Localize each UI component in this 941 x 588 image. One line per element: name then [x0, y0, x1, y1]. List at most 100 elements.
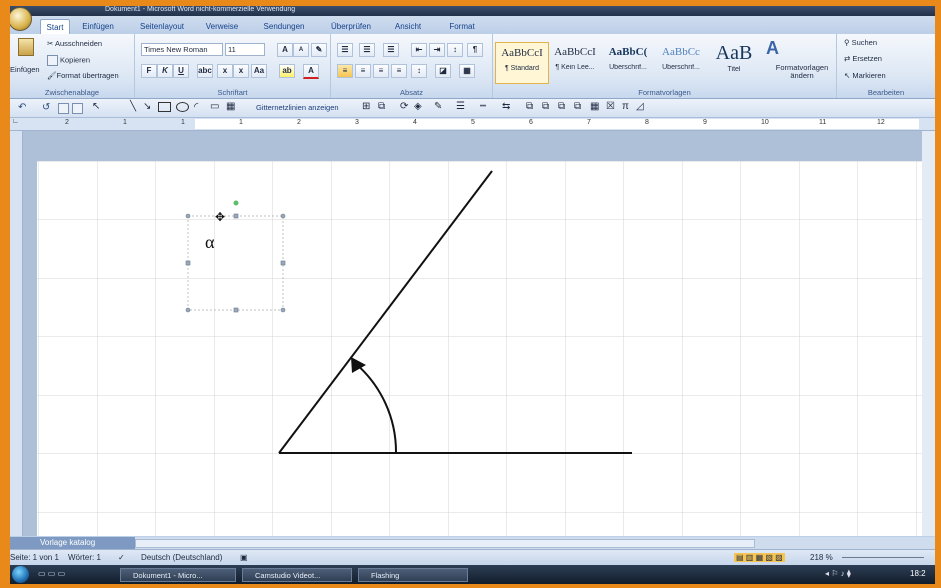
save-icon[interactable] — [58, 103, 71, 114]
bullets-button[interactable]: ☰ — [337, 43, 353, 57]
rectangle-tool-icon[interactable] — [158, 102, 171, 114]
undo-icon[interactable]: ↶ — [18, 102, 26, 113]
subscript-button[interactable]: x — [217, 64, 233, 78]
numbering-button[interactable]: ☰ — [359, 43, 375, 57]
quicklaunch-icons[interactable]: ▭ ▭ ▭ — [38, 569, 65, 578]
taskbar-item-word[interactable]: Dokument1 - Micro... — [120, 568, 236, 582]
find-button[interactable]: ⚲ Suchen — [844, 38, 877, 47]
horizontal-ruler[interactable]: 2 1 1 1 2 3 4 5 6 7 8 9 10 11 12 ∟ — [10, 118, 935, 131]
superscript-button[interactable]: x — [233, 64, 249, 78]
tab-sendungen[interactable]: Sendungen — [260, 19, 308, 34]
group-objects-icon[interactable]: ⧉ — [378, 101, 385, 112]
underline-button[interactable]: U — [173, 64, 189, 78]
line-color-icon[interactable]: ✎ — [434, 101, 442, 112]
paste-label[interactable]: Einfügen — [10, 65, 40, 74]
tab-verweise[interactable]: Verweise — [203, 19, 241, 34]
taskbar-item-flashing[interactable]: Flashing — [358, 568, 468, 582]
highlight-button[interactable]: ab — [279, 64, 295, 78]
format-painter-button[interactable]: 🖌Format übertragen — [47, 71, 119, 80]
justify-button[interactable]: ≡ — [391, 64, 407, 78]
style-kein-leerraum[interactable]: AaBbCcI ¶ Kein Lee... — [549, 42, 601, 82]
line-style-icon[interactable]: ☰ — [456, 101, 465, 112]
macro-icon[interactable]: ▣ — [240, 553, 248, 562]
drawing-canvas[interactable]: α ✥ — [37, 161, 935, 536]
word-count[interactable]: Wörter: 1 — [68, 553, 101, 562]
replace-button[interactable]: ⇄ Ersetzen — [844, 54, 882, 63]
tab-format[interactable]: Format — [446, 19, 478, 34]
multilevel-list-button[interactable]: ☰ — [383, 43, 399, 57]
cut-button[interactable]: ✂ Ausschneiden — [47, 39, 102, 48]
tab-start[interactable]: Start — [40, 19, 70, 35]
style-heading-1[interactable]: AaBbC(Überschrif... — [602, 42, 654, 82]
checkbox-icon[interactable]: ☒ — [606, 101, 615, 112]
sort-button[interactable]: ↕ — [447, 43, 463, 57]
italic-button[interactable]: K — [157, 64, 173, 78]
arc-tool-icon[interactable]: ◜ — [194, 100, 198, 113]
alpha-label[interactable]: α — [205, 232, 215, 252]
rotation-handle[interactable] — [233, 200, 239, 206]
grid-icon[interactable]: ▦ — [226, 101, 235, 112]
tray-icons[interactable]: ◂ ⚐ ♪ ⧫ — [825, 569, 851, 578]
grow-font-button[interactable]: A — [277, 43, 293, 57]
show-marks-button[interactable]: ¶ — [467, 43, 483, 57]
strikethrough-button[interactable]: abc — [197, 64, 213, 78]
font-name-box[interactable]: Times New Roman — [141, 43, 223, 56]
select-objects-icon[interactable]: ↖ — [92, 101, 100, 112]
borders-button[interactable]: ▦ — [459, 64, 475, 78]
in-front-of-text-icon[interactable]: ⧉ — [558, 101, 565, 112]
pi-symbol-icon[interactable]: π — [622, 101, 629, 112]
align-objects-icon[interactable]: ⊞ — [362, 101, 370, 112]
horizontal-scrollbar[interactable] — [135, 539, 755, 548]
change-styles-button[interactable]: Formatvorlagen ändern — [771, 64, 833, 80]
select-button[interactable]: ↖ Markieren — [844, 71, 886, 80]
zoom-slider[interactable] — [842, 557, 924, 558]
shrink-font-button[interactable]: A — [293, 43, 309, 57]
table-icon[interactable]: ▦ — [590, 101, 599, 112]
increase-indent-button[interactable]: ⇥ — [429, 43, 445, 57]
tab-ueberpruefen[interactable]: Überprüfen — [325, 19, 377, 34]
vorlage-katalog-tab[interactable]: Vorlage katalog — [10, 537, 135, 549]
textbox-tool-icon[interactable]: ▭ — [210, 101, 219, 112]
arrow-style-icon[interactable]: ⇆ — [502, 101, 510, 112]
start-button[interactable] — [12, 566, 29, 583]
document-page[interactable]: α ✥ — [37, 161, 935, 536]
style-titel[interactable]: AaB Titel — [708, 42, 760, 82]
align-right-button[interactable]: ≡ — [373, 64, 389, 78]
bold-button[interactable]: F — [141, 64, 157, 78]
show-gridlines-button[interactable]: Gitternetzlinien anzeigen — [256, 103, 339, 112]
paste-button[interactable] — [12, 38, 40, 62]
taskbar-item-camstudio[interactable]: Camstudio Videot... — [242, 568, 352, 582]
change-styles-icon[interactable]: A — [766, 38, 779, 59]
zoom-level[interactable]: 218 % — [810, 553, 833, 562]
page-count[interactable]: Seite: 1 von 1 — [10, 553, 59, 562]
font-size-box[interactable]: 11 — [225, 43, 265, 56]
dash-style-icon[interactable]: ┅ — [480, 101, 486, 112]
behind-text-icon[interactable]: ⧉ — [574, 101, 581, 112]
rotate-icon[interactable]: ⟳ — [400, 101, 408, 112]
language-status[interactable]: Deutsch (Deutschland) — [141, 553, 222, 562]
copy-button[interactable]: Kopieren — [47, 55, 90, 66]
fill-color-icon[interactable]: ◈ — [414, 101, 422, 112]
clock[interactable]: 18:2 — [910, 569, 926, 578]
line-tool-icon[interactable]: ╲ — [130, 101, 136, 112]
redo-icon[interactable]: ↺ — [42, 102, 50, 113]
vertical-ruler[interactable] — [10, 131, 23, 536]
clear-format-button[interactable]: ✎ — [311, 43, 327, 57]
tab-seitenlayout[interactable]: Seitenlayout — [134, 19, 190, 34]
spellcheck-icon[interactable]: ✓ — [118, 553, 125, 562]
change-case-button[interactable]: Aa — [251, 64, 267, 78]
decrease-indent-button[interactable]: ⇤ — [411, 43, 427, 57]
align-center-button[interactable]: ≡ — [355, 64, 371, 78]
line-spacing-button[interactable]: ↕ — [411, 64, 427, 78]
tab-ansicht[interactable]: Ansicht — [391, 19, 425, 34]
tab-einfuegen[interactable]: Einfügen — [78, 19, 118, 34]
send-backward-icon[interactable]: ⧉ — [542, 101, 549, 112]
vertical-scrollbar[interactable] — [922, 131, 935, 536]
align-left-button[interactable]: ≡ — [337, 64, 353, 78]
copy-icon[interactable] — [72, 103, 85, 114]
bring-forward-icon[interactable]: ⧉ — [526, 101, 533, 112]
tab-selector-icon[interactable]: ∟ — [12, 118, 19, 125]
style-heading-2[interactable]: AaBbCc Überschrif... — [655, 42, 707, 82]
shading-button[interactable]: ◪ — [435, 64, 451, 78]
font-color-button[interactable]: A — [303, 64, 319, 79]
